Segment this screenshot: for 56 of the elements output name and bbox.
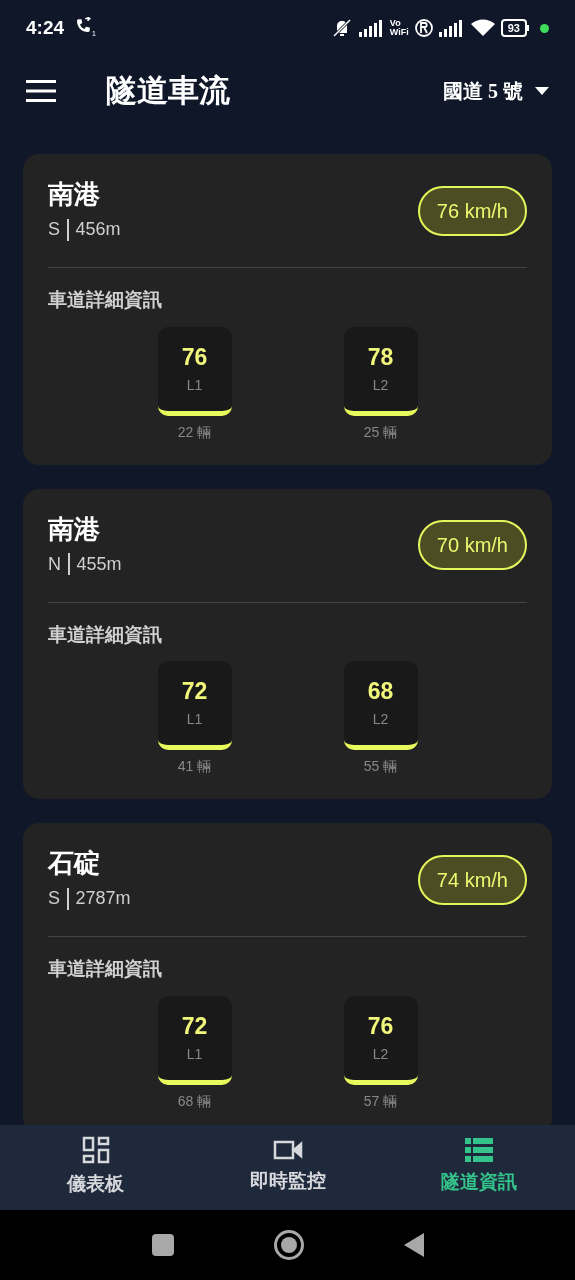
lane-label: L1 bbox=[186, 1044, 203, 1064]
battery-icon: 93 bbox=[500, 19, 529, 37]
recents-button[interactable] bbox=[151, 1234, 174, 1256]
lane-speed: 76 bbox=[181, 342, 208, 371]
menu-button[interactable] bbox=[26, 80, 56, 102]
signal-icon bbox=[438, 19, 465, 37]
average-speed-badge: 76 km/h bbox=[417, 185, 527, 236]
signal-icon bbox=[358, 19, 385, 37]
average-speed-badge: 74 km/h bbox=[417, 854, 527, 905]
tunnel-length: 2787m bbox=[75, 887, 131, 910]
call-forward-icon bbox=[74, 16, 93, 35]
status-time: 4:24 bbox=[26, 15, 65, 40]
caret-icon bbox=[535, 87, 549, 95]
lane-label: L2 bbox=[372, 1044, 389, 1064]
tunnel-length: 455m bbox=[76, 552, 122, 576]
direction-label: N bbox=[48, 552, 61, 576]
vehicle-count: 22 輛 bbox=[177, 422, 212, 442]
page-title: 隧道車流 bbox=[106, 71, 230, 110]
vehicle-count: 41 輛 bbox=[177, 757, 212, 776]
roaming-icon bbox=[413, 18, 434, 38]
lane-speed: 72 bbox=[181, 677, 208, 705]
menu-icon bbox=[26, 80, 56, 102]
lane-label: L2 bbox=[372, 375, 389, 395]
direction-label: S bbox=[48, 887, 60, 910]
tunnel-length: 456m bbox=[75, 218, 121, 241]
tunnel-name: 石碇 bbox=[48, 848, 101, 880]
lane-speed: 72 bbox=[181, 1011, 208, 1040]
tunnel-name: 南港 bbox=[48, 513, 101, 546]
vowifi-label: WiFi bbox=[389, 28, 409, 37]
lane-speed: 76 bbox=[367, 1011, 394, 1040]
lane-speed: 78 bbox=[367, 342, 394, 371]
section-label: 車道詳細資訊 bbox=[48, 288, 163, 312]
section-label: 車道詳細資訊 bbox=[48, 957, 163, 981]
video-camera-icon bbox=[272, 1139, 303, 1162]
home-button[interactable] bbox=[273, 1230, 304, 1260]
vehicle-count: 25 輛 bbox=[363, 422, 398, 442]
tunnel-name: 南港 bbox=[48, 179, 101, 211]
lane-speed: 68 bbox=[367, 677, 394, 705]
nav-tab[interactable]: 隧道資訊 bbox=[383, 1125, 575, 1210]
route-dropdown[interactable]: 國道 5 號 bbox=[443, 76, 549, 106]
lane-label: L2 bbox=[372, 710, 389, 729]
lane-label: L1 bbox=[186, 710, 203, 729]
list-icon bbox=[465, 1138, 494, 1163]
average-speed-badge: 70 km/h bbox=[417, 520, 527, 570]
vehicle-count: 57 輛 bbox=[363, 1091, 398, 1111]
back-icon[interactable] bbox=[403, 1233, 424, 1257]
section-label: 車道詳細資訊 bbox=[48, 622, 163, 647]
wifi-icon bbox=[469, 18, 496, 38]
vowifi-label: Vo bbox=[389, 19, 402, 28]
vehicle-count: 55 輛 bbox=[363, 757, 398, 776]
vehicle-count: 68 輛 bbox=[177, 1091, 212, 1111]
nav-tab[interactable]: 即時監控 bbox=[191, 1125, 384, 1210]
direction-label: S bbox=[48, 218, 60, 241]
dashboard-icon bbox=[81, 1136, 110, 1165]
lane-label: L1 bbox=[186, 375, 203, 395]
nav-tab[interactable]: 儀表板 bbox=[0, 1125, 192, 1210]
